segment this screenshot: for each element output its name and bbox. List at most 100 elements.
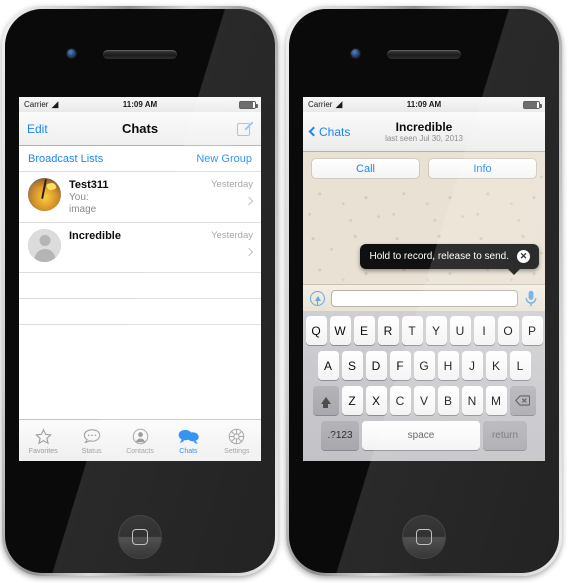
left-phone-body: Carrier ◢ 11:09 AM Edit Chats Broadcast … [5,9,275,573]
front-camera-icon [67,49,76,58]
battery-icon [523,100,542,109]
attach-arrow-icon[interactable] [310,290,325,306]
key-b[interactable]: B [437,386,459,415]
onscreen-keyboard: Q W E R T Y U I O P A S D F G H J K L Z … [303,311,545,461]
table-row[interactable]: Incredible Yesterday [19,223,261,273]
key-m[interactable]: M [485,386,507,415]
tab-label: Status [81,448,102,455]
message-input[interactable] [331,289,518,307]
avatar [28,229,61,262]
avatar [28,178,61,211]
list-divider [19,273,261,299]
home-button[interactable] [402,515,446,559]
table-row[interactable]: Test311 You: image Yesterday [19,172,261,223]
backspace-icon [515,395,530,406]
tooltip-text: Hold to record, release to send. [369,251,509,262]
key-q[interactable]: Q [305,316,327,345]
key-s[interactable]: S [341,351,363,380]
chevron-left-icon [308,126,319,137]
key-f[interactable]: F [389,351,411,380]
key-z[interactable]: Z [341,386,363,415]
space-key[interactable]: space [362,421,480,450]
tab-favorites[interactable]: Favorites [19,426,67,455]
key-o[interactable]: O [497,316,519,345]
key-n[interactable]: N [461,386,483,415]
keyboard-row-2: A S D F G H J K L [305,351,543,380]
key-u[interactable]: U [449,316,471,345]
right-status-bar: Carrier ◢ 11:09 AM [303,97,545,112]
speech-bubble-dots-icon [83,426,101,446]
numeric-key[interactable]: .?123 [321,421,359,450]
edit-button[interactable]: Edit [27,122,48,136]
record-tooltip: Hold to record, release to send. ✕ [360,244,539,275]
key-h[interactable]: H [437,351,459,380]
tab-label: Favorites [28,448,58,455]
left-screen: Carrier ◢ 11:09 AM Edit Chats Broadcast … [19,97,261,461]
tab-settings[interactable]: Settings [213,426,261,455]
chat-timestamp: Yesterday [211,230,253,241]
keyboard-row-1: Q W E R T Y U I O P [305,316,543,345]
back-to-chats-button[interactable]: Chats [308,124,351,139]
person-circle-icon [132,426,149,446]
two-phone-mockup: Carrier ◢ 11:09 AM Edit Chats Broadcast … [0,0,576,583]
list-divider [19,299,261,325]
tooltip-body: Hold to record, release to send. ✕ [360,244,539,269]
tooltip-pointer [507,268,521,275]
status-battery-group [239,100,258,109]
call-button[interactable]: Call [311,158,420,179]
key-y[interactable]: Y [425,316,447,345]
earpiece-speaker [103,50,177,59]
compose-icon [237,120,254,137]
key-t[interactable]: T [401,316,423,345]
key-c[interactable]: C [389,386,411,415]
new-group-link[interactable]: New Group [196,153,252,165]
key-j[interactable]: J [461,351,483,380]
back-label: Chats [319,124,351,139]
shift-key[interactable] [312,386,339,415]
tab-contacts[interactable]: Contacts [116,426,164,455]
key-k[interactable]: K [485,351,507,380]
key-r[interactable]: R [377,316,399,345]
tab-label: Settings [224,448,250,455]
key-e[interactable]: E [353,316,375,345]
left-iphone-device: Carrier ◢ 11:09 AM Edit Chats Broadcast … [2,6,278,576]
key-i[interactable]: I [473,316,495,345]
key-v[interactable]: V [413,386,435,415]
return-key[interactable]: return [483,421,527,450]
key-d[interactable]: D [365,351,387,380]
keyboard-row-3: Z X C V B N M [305,386,543,415]
compose-button[interactable] [237,120,254,137]
broadcast-lists-link[interactable]: Broadcast Lists [28,153,103,165]
earpiece-speaker [387,50,461,59]
info-button[interactable]: Info [428,158,537,179]
key-a[interactable]: A [317,351,339,380]
front-camera-icon [351,49,360,58]
left-navbar: Edit Chats [19,112,261,146]
key-l[interactable]: L [509,351,531,380]
broadcast-new-group-row[interactable]: Broadcast Lists New Group [19,146,261,172]
home-button[interactable] [118,515,162,559]
close-icon[interactable]: ✕ [517,250,530,263]
key-x[interactable]: X [365,386,387,415]
chevron-right-icon [244,247,254,257]
tab-status[interactable]: Status [67,426,115,455]
status-battery-group [523,100,542,109]
status-time: 11:09 AM [406,100,442,109]
message-input-row [303,284,545,311]
conversation-navbar: Chats Incredible last seen Jul 30, 2013 [303,112,545,152]
battery-icon [239,100,258,109]
key-w[interactable]: W [329,316,351,345]
call-info-action-row: Call Info [303,152,545,179]
backspace-key[interactable] [509,386,536,415]
gear-icon [228,426,245,446]
left-status-bar: Carrier ◢ 11:09 AM [19,97,261,112]
shift-arrow-icon [320,397,331,408]
key-g[interactable]: G [413,351,435,380]
chat-preview-line1: You: [69,192,89,203]
key-p[interactable]: P [521,316,543,345]
right-phone-body: Carrier ◢ 11:09 AM Chats Incredible last… [289,9,559,573]
page-title: Chats [121,121,159,136]
tab-chats[interactable]: Chats [164,426,212,455]
right-iphone-device: Carrier ◢ 11:09 AM Chats Incredible last… [286,6,562,576]
microphone-icon[interactable] [524,290,538,307]
